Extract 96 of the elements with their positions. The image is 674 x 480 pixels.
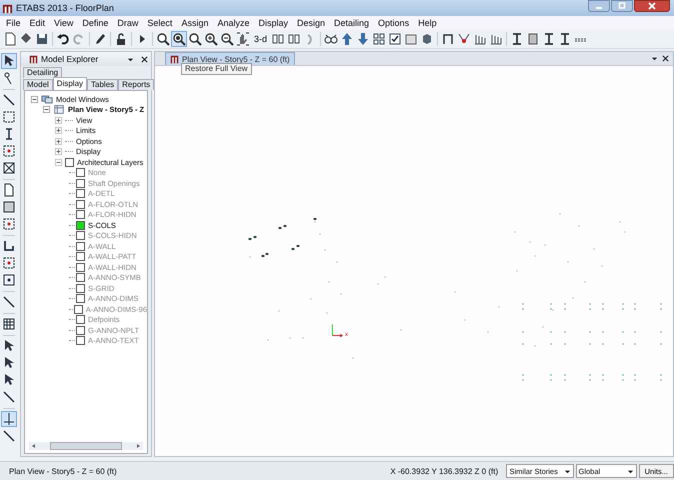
checkbox[interactable] bbox=[74, 304, 83, 314]
menu-item[interactable]: Help bbox=[415, 18, 443, 28]
undo-icon[interactable] bbox=[55, 31, 71, 47]
zoom-in-icon[interactable] bbox=[203, 31, 219, 47]
axis-icon[interactable] bbox=[1, 411, 17, 427]
collapse-icon[interactable] bbox=[31, 96, 38, 103]
maximize-icon bbox=[617, 2, 627, 10]
checkbox[interactable] bbox=[76, 168, 85, 178]
diagonal-line-icon[interactable] bbox=[1, 389, 17, 405]
grid-window-icon bbox=[53, 105, 65, 114]
menu-item[interactable]: Options bbox=[375, 18, 416, 28]
menu-item[interactable]: Define bbox=[79, 18, 114, 28]
app-logo-icon bbox=[170, 54, 179, 64]
diagonal-line-icon[interactable] bbox=[1, 294, 17, 310]
coordinates-text: X -60.3932 Y 136.3932 Z 0 (ft) bbox=[390, 466, 500, 476]
point-frame-icon[interactable] bbox=[1, 143, 17, 159]
magnifier-icon[interactable] bbox=[171, 31, 187, 47]
menu-item[interactable]: Edit bbox=[26, 18, 52, 28]
close-icon[interactable] bbox=[662, 55, 669, 62]
checkbox[interactable] bbox=[76, 315, 85, 324]
checkbox[interactable] bbox=[76, 200, 85, 209]
caret-icon bbox=[564, 468, 571, 474]
magnifier-icon[interactable] bbox=[187, 31, 203, 47]
menu-item[interactable]: File bbox=[3, 18, 27, 28]
checkbox[interactable] bbox=[76, 273, 85, 282]
minimize-button[interactable] bbox=[588, 0, 610, 12]
tab-label: Plan View - Story5 - Z = 60 (ft) bbox=[182, 54, 290, 64]
menu-item[interactable]: Draw bbox=[114, 18, 144, 28]
checkbox[interactable] bbox=[76, 284, 85, 293]
point-frame-icon[interactable] bbox=[1, 255, 17, 271]
checkbox[interactable] bbox=[76, 231, 85, 240]
hook-icon[interactable] bbox=[1, 238, 17, 254]
status-text: Plan View - Story5 - Z = 60 (ft) bbox=[8, 466, 118, 476]
tab[interactable]: Tables bbox=[87, 79, 118, 90]
coordinate-axes-icon bbox=[331, 322, 344, 338]
target-icon[interactable] bbox=[1, 272, 17, 288]
square-icon[interactable] bbox=[1, 199, 17, 215]
checkbox[interactable] bbox=[76, 178, 85, 188]
caret-icon[interactable] bbox=[651, 55, 658, 62]
checkbox-icon[interactable] bbox=[387, 31, 404, 47]
app-logo-icon bbox=[2, 2, 13, 14]
grid-icon[interactable] bbox=[371, 31, 388, 47]
grid-icon[interactable] bbox=[1, 316, 17, 332]
tab[interactable]: Model bbox=[23, 79, 53, 90]
expand-icon[interactable] bbox=[55, 127, 62, 134]
checkbox[interactable] bbox=[76, 220, 85, 230]
dashed-rectangle-icon[interactable] bbox=[1, 109, 17, 125]
save-icon[interactable] bbox=[34, 31, 50, 47]
checkbox[interactable] bbox=[76, 294, 85, 304]
close-icon bbox=[647, 2, 657, 10]
checkbox[interactable] bbox=[76, 242, 85, 251]
pointer-icon[interactable] bbox=[1, 53, 17, 69]
menu-item[interactable]: Detailing bbox=[331, 18, 376, 28]
point-frame-icon[interactable] bbox=[1, 216, 17, 232]
expand-icon[interactable] bbox=[55, 116, 62, 124]
caret-icon[interactable] bbox=[127, 56, 134, 62]
hand-icon[interactable] bbox=[235, 31, 251, 47]
3d-view-button[interactable]: 3-d bbox=[251, 34, 270, 44]
cross-frame-icon[interactable] bbox=[1, 160, 17, 176]
checkbox[interactable] bbox=[65, 158, 74, 167]
checkbox[interactable] bbox=[76, 262, 85, 272]
checkbox[interactable] bbox=[76, 336, 85, 346]
window-title: ETABS 2013 - FloorPlan bbox=[16, 3, 114, 13]
collapse-icon[interactable] bbox=[43, 106, 50, 114]
maximize-button[interactable] bbox=[611, 0, 633, 12]
tooltip: Restore Full View bbox=[181, 63, 252, 75]
expand-icon[interactable] bbox=[55, 138, 62, 145]
menu-item[interactable]: Analyze bbox=[214, 18, 256, 28]
menu-item[interactable]: Select bbox=[144, 18, 178, 28]
windows-icon bbox=[41, 94, 53, 104]
menu-item[interactable]: View bbox=[51, 18, 80, 28]
menu-item[interactable]: Display bbox=[255, 18, 294, 28]
collapse-icon[interactable] bbox=[55, 158, 62, 166]
checkbox[interactable] bbox=[76, 326, 85, 335]
menu-item[interactable]: Design bbox=[294, 18, 332, 28]
horizontal-scrollbar[interactable] bbox=[29, 442, 143, 450]
magnifier-icon[interactable] bbox=[155, 31, 171, 47]
checkbox[interactable] bbox=[76, 189, 85, 198]
caret-icon bbox=[626, 468, 634, 474]
checkbox[interactable] bbox=[76, 252, 85, 262]
close-button[interactable] bbox=[634, 0, 670, 12]
tab[interactable]: Display bbox=[52, 77, 88, 90]
panel-title: Model Explorer bbox=[41, 54, 98, 64]
app-logo-icon bbox=[29, 54, 38, 64]
line-icon[interactable] bbox=[1, 92, 17, 108]
expand-icon[interactable] bbox=[55, 148, 62, 156]
tab[interactable]: Reports bbox=[118, 79, 154, 90]
zoom-out-icon[interactable] bbox=[219, 31, 235, 47]
arrow-left-icon[interactable] bbox=[31, 443, 37, 449]
menu-item[interactable]: Assign bbox=[178, 18, 214, 28]
diagonal-line-icon[interactable] bbox=[1, 428, 17, 444]
document-tab[interactable]: Plan View - Story5 - Z = 60 (ft) bbox=[165, 52, 295, 65]
close-icon[interactable] bbox=[141, 56, 148, 62]
tab[interactable]: Detailing bbox=[23, 67, 62, 78]
checkbox[interactable] bbox=[76, 210, 85, 220]
arrow-right-icon[interactable] bbox=[135, 443, 141, 449]
